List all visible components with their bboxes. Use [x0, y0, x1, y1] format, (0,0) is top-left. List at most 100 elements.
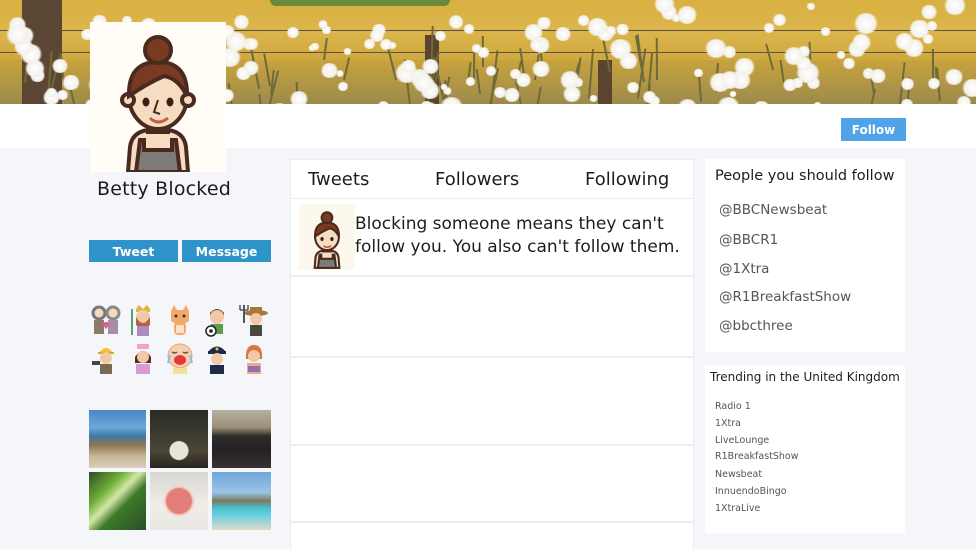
notice-avatar [299, 204, 355, 270]
flower-cluster [462, 23, 476, 34]
flower-cluster [615, 23, 630, 36]
trend-link[interactable]: 1XtraLive [715, 503, 760, 514]
king-icon[interactable] [126, 302, 161, 338]
photo-thumbnail[interactable] [212, 410, 271, 468]
flower-cluster [503, 87, 522, 102]
flower-cluster [476, 47, 490, 58]
flower-cluster [531, 61, 551, 77]
flower-cluster [288, 90, 309, 104]
photo-grid [89, 410, 271, 530]
flower-cluster [900, 77, 916, 90]
photo-thumbnail[interactable] [89, 410, 146, 468]
crying-baby-icon[interactable] [163, 340, 198, 376]
nurse-icon[interactable] [126, 340, 161, 376]
trend-link[interactable]: R1BreakfastShow [715, 451, 799, 462]
reader-icon[interactable] [236, 340, 271, 376]
flower-cluster [439, 97, 464, 104]
flower-cluster [244, 38, 260, 50]
trending-title: Trending in the United Kingdom [710, 370, 900, 384]
flower-cluster [835, 50, 847, 59]
builder-icon[interactable] [89, 340, 124, 376]
flower-cluster [728, 90, 737, 98]
notice-text: Blocking someone means they can't follow… [355, 214, 680, 257]
flower-cluster [762, 23, 776, 34]
flower-stem [258, 94, 263, 104]
flower-cluster [819, 27, 831, 37]
woman-avatar-icon [120, 35, 196, 174]
suggestion-link[interactable]: @R1BreakfastShow [719, 289, 851, 305]
trend-link[interactable]: Newsbeat [715, 469, 762, 480]
flower-cluster [5, 24, 31, 45]
police-officer-icon[interactable] [199, 340, 234, 376]
flower-cluster [920, 4, 938, 19]
photo-thumbnail[interactable] [212, 472, 271, 530]
suggestion-link[interactable]: @1Xtra [719, 261, 769, 277]
flower-cluster [693, 69, 704, 78]
photo-thumbnail[interactable] [150, 472, 208, 530]
blocked-notice: Blocking someone means they can't follow… [290, 199, 694, 276]
flower-cluster [336, 81, 349, 92]
empty-tweet-slot [290, 445, 694, 522]
flower-cluster [853, 13, 879, 34]
profile-tabs: Tweets Followers Following [290, 159, 694, 199]
flower-cluster [718, 71, 741, 89]
flower-cluster [927, 78, 941, 89]
flower-cluster [61, 74, 81, 91]
flower-cluster [771, 13, 787, 26]
photo-thumbnail[interactable] [150, 410, 208, 468]
trend-link[interactable]: InnuendoBingo [715, 486, 787, 497]
trend-link[interactable]: LiveLounge [715, 435, 769, 446]
sticker-grid [89, 302, 271, 376]
farmer-icon[interactable] [236, 302, 271, 338]
suggestion-link[interactable]: @BBCNewsbeat [719, 202, 827, 218]
flower-stem [865, 88, 876, 104]
who-to-follow-card: People you should follow @BBCNewsbeat @B… [705, 159, 905, 352]
flower-cluster [484, 65, 498, 76]
flower-stem [475, 68, 481, 94]
flower-cluster [234, 66, 252, 81]
footballer-icon[interactable] [199, 302, 234, 338]
trending-card: Trending in the United Kingdom Radio 1 1… [705, 365, 905, 533]
empty-tweet-slot [290, 357, 694, 445]
trend-link[interactable]: Radio 1 [715, 401, 751, 412]
flower-cluster [626, 82, 640, 93]
flower-cluster [321, 25, 332, 35]
flower-cluster [447, 15, 465, 29]
tab-following[interactable]: Following [585, 169, 669, 190]
flower-cluster [400, 59, 417, 74]
flower-cluster [806, 2, 816, 11]
flower-cluster [465, 77, 476, 86]
flower-cluster [703, 38, 729, 59]
message-button[interactable]: Message [182, 240, 271, 262]
tweet-button[interactable]: Tweet [89, 240, 178, 262]
trend-link[interactable]: 1Xtra [715, 418, 741, 429]
cat-icon[interactable] [163, 302, 198, 338]
flower-cluster [782, 78, 798, 92]
flower-stem [531, 86, 542, 104]
flower-cluster [553, 26, 572, 42]
banner-hill [270, 0, 450, 6]
flower-cluster [439, 83, 448, 91]
tab-followers[interactable]: Followers [435, 169, 519, 190]
flower-stem [343, 57, 351, 81]
flower-cluster [944, 69, 964, 86]
flower-cluster [588, 94, 598, 103]
flower-cluster [851, 34, 872, 51]
tab-tweets[interactable]: Tweets [308, 169, 369, 190]
empty-tweet-slot [290, 276, 694, 357]
photo-thumbnail[interactable] [89, 472, 146, 530]
follow-button[interactable]: Follow [841, 118, 906, 141]
flower-cluster [56, 89, 70, 100]
suggestion-link[interactable]: @BBCR1 [719, 232, 778, 248]
empty-tweet-slot [290, 522, 694, 549]
woman-avatar-icon [313, 211, 341, 269]
flower-cluster [51, 58, 70, 74]
profile-name: Betty Blocked [97, 178, 231, 200]
elderly-couple-icon[interactable] [89, 302, 124, 338]
suggestion-link[interactable]: @bbcthree [719, 318, 793, 334]
profile-avatar[interactable] [90, 22, 226, 174]
who-to-follow-title: People you should follow [715, 168, 895, 184]
flower-cluster [586, 17, 610, 36]
flower-cluster [955, 95, 973, 104]
flower-cluster [363, 39, 376, 50]
